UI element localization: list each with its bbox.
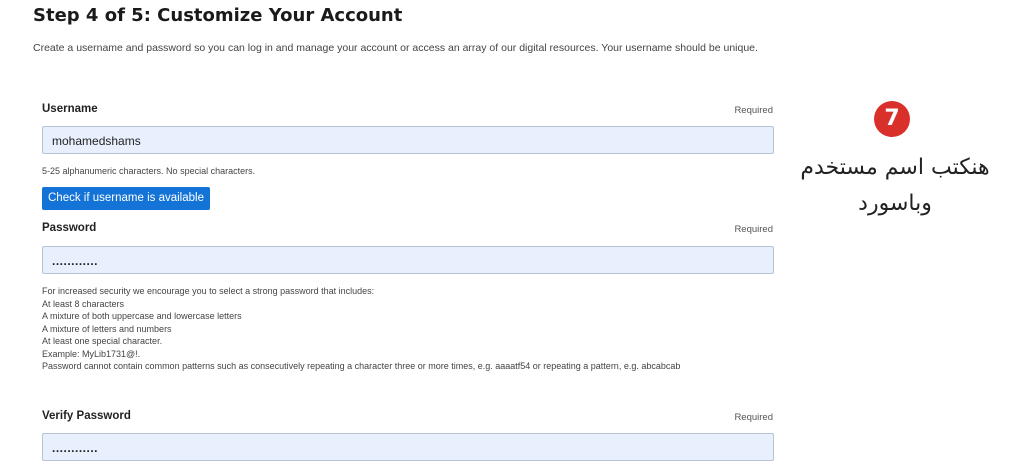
password-label: Password — [42, 222, 97, 234]
verify-password-input[interactable]: ............ — [42, 433, 774, 461]
page-title: Step 4 of 5: Customize Your Account — [33, 5, 403, 26]
annotation-line: هنكتب اسم مستخدم — [800, 155, 990, 180]
password-help: For increased security we encourage you … — [42, 285, 680, 373]
verify-password-required-label: Required — [734, 412, 773, 423]
check-username-button[interactable]: Check if username is available — [42, 187, 210, 210]
password-help-line: At least one special character. — [42, 336, 163, 346]
password-help-line: For increased security we encourage you … — [42, 286, 375, 296]
password-help-line: At least 8 characters — [42, 298, 125, 309]
username-label: Username — [42, 103, 98, 115]
password-help-line: Example: MyLib1731@!. — [42, 348, 141, 359]
password-help-line: Password cannot contain common patterns … — [42, 361, 681, 371]
password-help-line: A mixture of letters and numbers — [42, 323, 172, 334]
username-required-label: Required — [734, 105, 773, 116]
step-number-badge: 7 — [874, 101, 910, 137]
verify-password-label: Verify Password — [42, 410, 131, 422]
password-help-line: A mixture of both uppercase and lowercas… — [42, 311, 242, 321]
intro-text: Create a username and password so you ca… — [33, 42, 758, 54]
annotation-text: هنكتب اسم مستخدم وباسورد — [770, 150, 1020, 222]
password-input[interactable]: ............ — [42, 246, 774, 274]
username-input[interactable]: mohamedshams — [42, 126, 774, 154]
password-required-label: Required — [734, 224, 773, 235]
username-help-text: 5-25 alphanumeric characters. No special… — [42, 166, 256, 176]
annotation-line: وباسورد — [858, 191, 932, 216]
